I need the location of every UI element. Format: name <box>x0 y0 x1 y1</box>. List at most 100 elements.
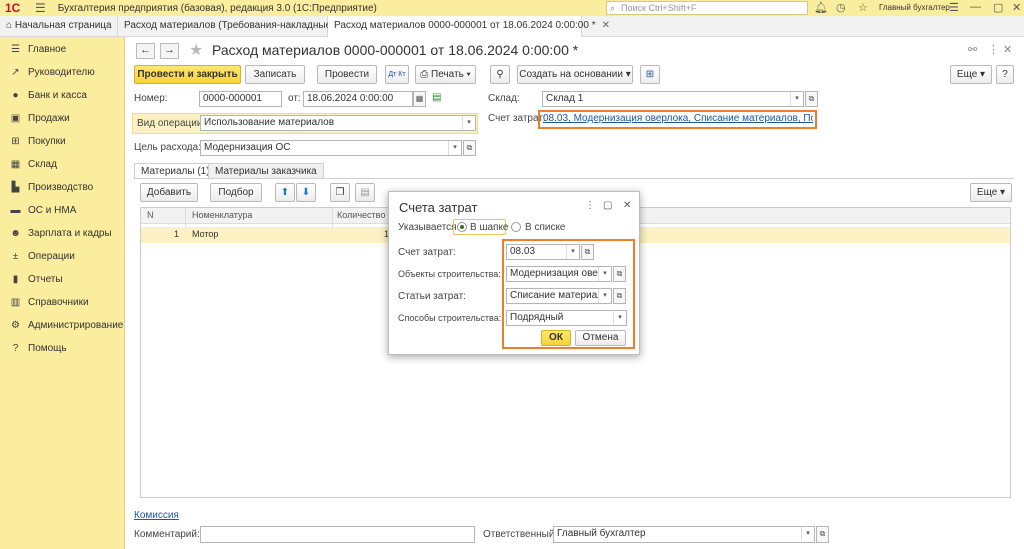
more-button[interactable]: Еще ▾ <box>950 65 992 84</box>
sidebar-item-operations[interactable]: ± Операции <box>0 245 124 268</box>
favorites-star-icon[interactable]: ☆ <box>858 1 868 14</box>
construction-method-field[interactable]: Подрядный ▾ <box>506 310 627 326</box>
help-icon[interactable]: ? <box>996 65 1014 84</box>
comment-field[interactable] <box>200 526 475 543</box>
save-button[interactable]: Записать <box>245 65 305 84</box>
column-header-n[interactable]: N <box>147 210 154 220</box>
tab-current-document[interactable]: Расход материалов 0000-000001 от 18.06.2… <box>328 16 610 38</box>
radio-list[interactable] <box>511 222 521 232</box>
favorite-star-icon[interactable]: ★ <box>189 40 203 60</box>
dt-kt-icon[interactable]: Дт Кт <box>385 65 409 84</box>
number-field[interactable]: 0000-000001 <box>199 91 282 107</box>
ok-button[interactable]: ОК <box>541 330 571 346</box>
operation-type-field[interactable]: Использование материалов ▾ <box>200 115 476 131</box>
sidebar-item-warehouse[interactable]: ▦ Склад <box>0 153 124 176</box>
warehouse-field[interactable]: Склад 1 ▾ <box>542 91 804 107</box>
print-button[interactable]: ⎙ Печать ▾ <box>415 65 476 84</box>
open-icon[interactable]: ⧉ <box>613 288 626 304</box>
account-field[interactable]: 08.03 ▾ <box>506 244 580 260</box>
dropdown-arrow-icon[interactable]: ▾ <box>598 267 611 281</box>
delete-icon[interactable]: ▤ <box>355 183 375 202</box>
more-vertical-icon[interactable]: ⋮ <box>988 43 999 56</box>
current-user[interactable]: Главный бухгалтер <box>879 3 950 12</box>
sidebar-item-payroll[interactable]: ☻ Зарплата и кадры <box>0 222 124 245</box>
tab-customer-materials[interactable]: Материалы заказчика <box>208 163 324 179</box>
settings-icon[interactable]: ☰ <box>949 1 959 14</box>
column-header-item[interactable]: Номенклатура <box>192 210 252 220</box>
sidebar-item-production[interactable]: ▙ Производство <box>0 176 124 199</box>
structure-icon[interactable]: ⊞ <box>640 65 660 84</box>
restore-icon[interactable]: ▢ <box>993 1 1003 14</box>
tab-materials-list[interactable]: Расход материалов (Требования-накладные)… <box>118 16 349 37</box>
maximize-icon[interactable]: ▢ <box>603 200 612 211</box>
move-up-icon[interactable]: ⬆ <box>275 183 295 202</box>
purpose-label: Цель расхода: <box>134 142 201 153</box>
date-field[interactable]: 18.06.2024 0:00:00 <box>303 91 413 107</box>
open-icon[interactable]: ⧉ <box>463 140 476 156</box>
hamburger-menu-icon[interactable]: ☰ <box>35 1 46 15</box>
cancel-button[interactable]: Отмена <box>575 330 626 346</box>
cost-item-field[interactable]: Списание материалов ▾ <box>506 288 612 304</box>
sidebar-item-manager[interactable]: ↗ Руководителю <box>0 61 124 84</box>
dropdown-arrow-icon[interactable]: ▾ <box>598 289 611 303</box>
calendar-icon[interactable]: ▦ <box>413 91 426 107</box>
link-icon[interactable]: ⚯ <box>968 43 977 56</box>
close-document-icon[interactable]: ✕ <box>1003 43 1012 56</box>
cost-account-link[interactable]: 08.03, Модернизация оверлока, Списание м… <box>543 113 813 124</box>
open-icon[interactable]: ⧉ <box>816 526 829 543</box>
account-value: 08.03 <box>510 246 536 257</box>
move-down-icon[interactable]: ⬇ <box>296 183 316 202</box>
date-set-icon[interactable]: ▤ <box>432 92 441 103</box>
post-and-close-button[interactable]: Провести и закрыть <box>134 65 241 84</box>
dropdown-arrow-icon[interactable]: ▾ <box>801 527 814 541</box>
open-icon[interactable]: ⧉ <box>613 266 626 282</box>
minimize-icon[interactable]: — <box>970 1 981 13</box>
sidebar-item-reports[interactable]: ▮ Отчеты <box>0 268 124 291</box>
radio-list-label[interactable]: В списке <box>525 222 566 233</box>
open-icon[interactable]: ⧉ <box>581 244 594 260</box>
column-header-quantity[interactable]: Количество <box>337 210 385 220</box>
pick-button[interactable]: Подбор <box>210 183 262 202</box>
sidebar-item-help[interactable]: ? Помощь <box>0 337 124 360</box>
create-based-on-button[interactable]: Создать на основании ▾ <box>517 65 633 84</box>
dropdown-arrow-icon[interactable]: ▾ <box>462 116 475 130</box>
radio-header[interactable] <box>457 222 467 232</box>
row-item[interactable]: Мотор <box>192 229 218 239</box>
sidebar-item-assets[interactable]: ▬ ОС и НМА <box>0 199 124 222</box>
sidebar-item-sales[interactable]: ▣ Продажи <box>0 107 124 130</box>
responsible-field[interactable]: Главный бухгалтер ▾ <box>553 526 815 543</box>
tab-materials[interactable]: Материалы (1) <box>134 163 217 179</box>
forward-button[interactable]: → <box>160 43 179 59</box>
close-tab-icon[interactable]: ✕ <box>602 20 610 31</box>
tab-label: Начальная страница <box>14 20 112 31</box>
purpose-field[interactable]: Модернизация ОС ▾ <box>200 140 462 156</box>
commission-link[interactable]: Комиссия <box>134 510 179 521</box>
post-button[interactable]: Провести <box>317 65 377 84</box>
radio-header-label[interactable]: В шапке <box>470 222 509 233</box>
sidebar-item-main[interactable]: ☰ Главное <box>0 38 124 61</box>
history-icon[interactable]: ◷ <box>836 1 846 14</box>
back-button[interactable]: ← <box>136 43 155 59</box>
open-icon[interactable]: ⧉ <box>805 91 818 107</box>
global-search-input[interactable]: ⌕ Поиск Ctrl+Shift+F <box>606 1 808 15</box>
dropdown-arrow-icon[interactable]: ▾ <box>790 92 803 106</box>
sidebar-item-bank[interactable]: ● Банк и касса <box>0 84 124 107</box>
open-windows-bar: ⌂ Начальная страница Расход материалов (… <box>0 16 1024 38</box>
dropdown-arrow-icon[interactable]: ▾ <box>566 245 579 259</box>
bell-icon[interactable]: 🔔︎ <box>814 1 828 14</box>
table-more-button[interactable]: Еще ▾ <box>970 183 1012 202</box>
tab-home[interactable]: ⌂ Начальная страница <box>0 16 118 37</box>
sidebar-item-admin[interactable]: ⚙ Администрирование <box>0 314 124 337</box>
sidebar-item-catalogs[interactable]: ▥ Справочники <box>0 291 124 314</box>
close-dialog-icon[interactable]: ✕ <box>623 200 631 211</box>
attach-icon[interactable]: ⚲ <box>490 65 510 84</box>
dropdown-arrow-icon[interactable]: ▾ <box>448 141 461 155</box>
cost-accounts-dialog: Счета затрат ⋮ ▢ ✕ Указывается: В шапке … <box>388 191 640 355</box>
dropdown-arrow-icon[interactable]: ▾ <box>613 311 626 325</box>
add-row-button[interactable]: Добавить <box>140 183 198 202</box>
copy-icon[interactable]: ❐ <box>330 183 350 202</box>
close-app-icon[interactable]: ✕ <box>1012 1 1021 14</box>
sidebar-item-purchases[interactable]: ⊞ Покупки <box>0 130 124 153</box>
more-vertical-icon[interactable]: ⋮ <box>585 200 595 211</box>
construction-object-field[interactable]: Модернизация оверлока▾ <box>506 266 612 282</box>
